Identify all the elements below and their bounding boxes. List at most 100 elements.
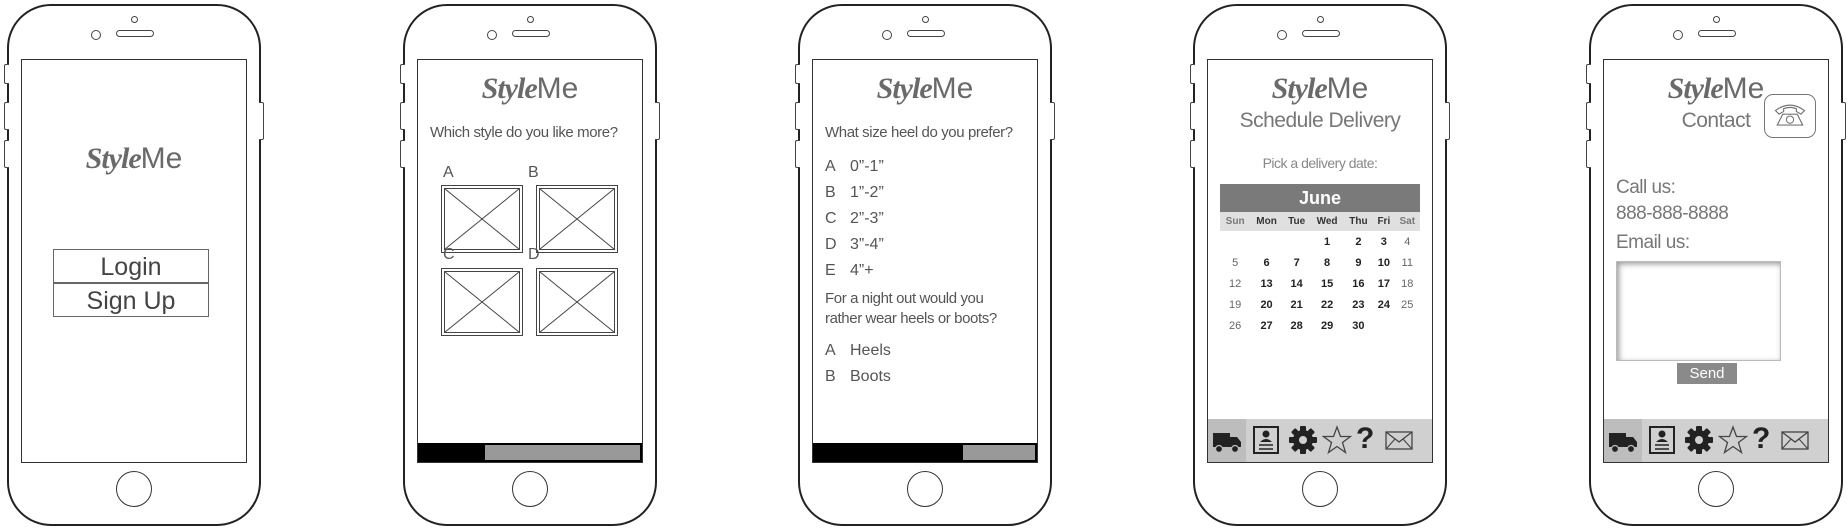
front-camera — [922, 16, 929, 23]
calendar-day[interactable]: 15 — [1310, 273, 1343, 294]
calendar-day[interactable]: 17 — [1373, 273, 1394, 294]
gear-icon[interactable] — [1288, 425, 1318, 455]
power-button — [1050, 102, 1055, 140]
profile-card-icon[interactable] — [1647, 425, 1677, 455]
calendar-day[interactable]: 9 — [1344, 252, 1373, 273]
footwear-option-boots[interactable]: B Boots — [825, 368, 891, 386]
home-button — [1698, 471, 1734, 507]
calendar-week-row: 5 6 7 8 9 10 11 — [1220, 252, 1420, 273]
style-option-image-d[interactable] — [536, 268, 618, 336]
calendar-day[interactable]: 12 — [1220, 273, 1250, 294]
calendar-day[interactable]: 13 — [1250, 273, 1283, 294]
phone-number[interactable]: 888-888-8888 — [1616, 203, 1729, 225]
calendar-day[interactable]: 30 — [1344, 315, 1373, 336]
footwear-option-heels[interactable]: A Heels — [825, 342, 891, 360]
truck-icon[interactable] — [1212, 425, 1242, 455]
style-option-image-c[interactable] — [441, 268, 523, 336]
front-camera — [131, 16, 138, 23]
calendar-day[interactable]: 11 — [1395, 252, 1420, 273]
weekday-header: Mon — [1250, 212, 1283, 231]
star-icon[interactable] — [1321, 425, 1353, 455]
footwear-question-line1: For a night out would you — [825, 290, 984, 307]
calendar-day[interactable]: 10 — [1373, 252, 1394, 273]
delivery-calendar: June Sun Mon Tue Wed Thu Fri Sat 1 2 3 4 5 6 7 8 9 10 11… — [1220, 184, 1420, 336]
login-screen: StyleMe Login Sign Up — [21, 59, 247, 463]
weekday-header: Sat — [1394, 212, 1420, 231]
mail-icon[interactable] — [1780, 425, 1810, 455]
heel-option-e[interactable]: E 4”+ — [825, 262, 874, 280]
weekday-header: Fri — [1373, 212, 1395, 231]
calendar-day[interactable]: 20 — [1250, 294, 1283, 315]
calendar-day[interactable]: 6 — [1250, 252, 1283, 273]
calendar-day[interactable]: 26 — [1220, 315, 1250, 336]
calendar-day[interactable]: 23 — [1344, 294, 1373, 315]
volume-up-button — [795, 102, 800, 130]
calendar-day[interactable]: 27 — [1250, 315, 1283, 336]
phone-contact: StyleMe Contact Call us: 888-888-8888 Em… — [1586, 4, 1846, 526]
mute-switch — [795, 64, 800, 84]
profile-card-icon[interactable] — [1251, 425, 1281, 455]
calendar-day[interactable]: 14 — [1283, 273, 1311, 294]
home-button — [512, 471, 548, 507]
calendar-empty-cell — [1373, 315, 1394, 336]
sensor-dot — [882, 30, 892, 40]
style-option-image-b[interactable] — [536, 185, 618, 253]
calendar-day[interactable]: 1 — [1310, 231, 1343, 252]
calendar-day[interactable]: 3 — [1373, 231, 1394, 252]
heel-option-d[interactable]: D 3”-4” — [825, 236, 884, 254]
option-letter-b: B — [528, 164, 539, 181]
send-button[interactable]: Send — [1677, 363, 1737, 384]
help-icon[interactable]: ? — [1356, 422, 1374, 456]
weekday-header: Tue — [1282, 212, 1311, 231]
app-logo: StyleMe — [876, 72, 974, 105]
calendar-day[interactable]: 7 — [1283, 252, 1311, 273]
calendar-day[interactable]: 18 — [1395, 273, 1420, 294]
app-logo: StyleMe — [1271, 72, 1369, 105]
earpiece-speaker — [1698, 30, 1736, 37]
calendar-day[interactable]: 2 — [1344, 231, 1373, 252]
calendar-day[interactable]: 21 — [1283, 294, 1311, 315]
heel-option-b[interactable]: B 1”-2” — [825, 184, 884, 202]
volume-up-button — [4, 102, 9, 130]
heel-size-question: What size heel do you prefer? — [825, 124, 1013, 141]
volume-up-button — [1190, 102, 1195, 130]
style-option-image-a[interactable] — [441, 185, 523, 253]
sensor-dot — [91, 30, 101, 40]
calendar-day[interactable]: 8 — [1310, 252, 1343, 273]
volume-down-button — [1190, 140, 1195, 168]
style-question: Which style do you like more? — [430, 124, 618, 141]
star-icon[interactable] — [1717, 425, 1749, 455]
earpiece-speaker — [907, 30, 945, 37]
calendar-month-header: June — [1220, 184, 1420, 212]
call-us-label: Call us: — [1616, 177, 1676, 198]
home-button — [907, 471, 943, 507]
gear-icon[interactable] — [1684, 425, 1714, 455]
volume-down-button — [795, 140, 800, 168]
phone-heel-quiz: StyleMe What size heel do you prefer? A0… — [795, 4, 1055, 526]
calendar-week-row: 26 27 28 29 30 — [1220, 315, 1420, 336]
calendar-week-row: 19 20 21 22 23 24 25 — [1220, 294, 1420, 315]
calendar-day[interactable]: 22 — [1310, 294, 1343, 315]
bottom-tab-bar: ? — [1208, 419, 1432, 462]
help-icon[interactable]: ? — [1752, 422, 1770, 456]
email-message-textarea[interactable] — [1616, 261, 1781, 361]
sign-up-button[interactable]: Sign Up — [53, 283, 209, 317]
calendar-day[interactable]: 16 — [1344, 273, 1373, 294]
heel-option-a[interactable]: A 0”-1” — [825, 158, 884, 176]
telephone-icon[interactable] — [1764, 94, 1816, 138]
calendar-day[interactable]: 28 — [1283, 315, 1311, 336]
mail-icon[interactable] — [1384, 425, 1414, 455]
calendar-day[interactable]: 4 — [1395, 231, 1420, 252]
login-button[interactable]: Login — [53, 249, 209, 283]
calendar-day[interactable]: 19 — [1220, 294, 1250, 315]
earpiece-speaker — [1302, 30, 1340, 37]
calendar-day[interactable]: 5 — [1220, 252, 1250, 273]
quiz-progress-bar — [813, 443, 1037, 462]
earpiece-speaker — [512, 30, 550, 37]
calendar-day[interactable]: 24 — [1373, 294, 1394, 315]
heel-option-c[interactable]: C 2”-3” — [825, 210, 884, 228]
truck-icon[interactable] — [1608, 425, 1638, 455]
calendar-empty-cell — [1283, 231, 1311, 252]
calendar-day[interactable]: 29 — [1310, 315, 1343, 336]
calendar-day[interactable]: 25 — [1395, 294, 1420, 315]
